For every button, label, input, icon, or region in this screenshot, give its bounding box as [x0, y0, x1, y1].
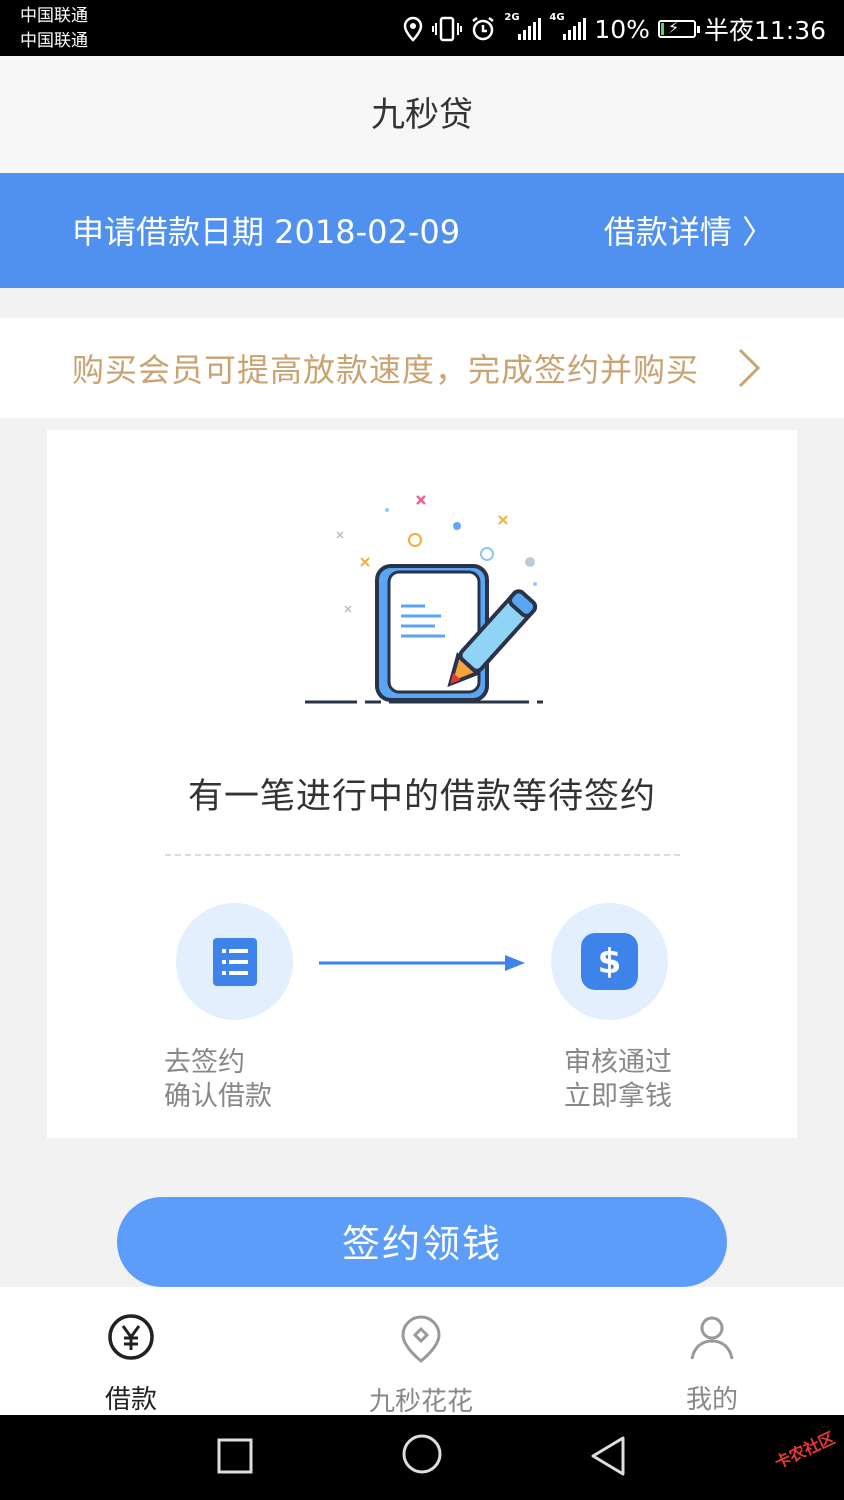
tab-jiumiao-huahua[interactable]: 九秒花花	[331, 1287, 511, 1417]
chevron-right-icon	[738, 348, 760, 388]
yen-circle-icon	[108, 1314, 154, 1360]
tab-mine-label: 我的	[685, 1385, 738, 1415]
tab-jiumiao-label: 九秒花花	[368, 1387, 473, 1417]
step-money-circle: $	[551, 903, 668, 1020]
membership-promo[interactable]: 购买会员可提高放款速度，完成签约并购买	[0, 318, 844, 418]
status-bar: 中国联通 中国联通 2G 4G 10% ⚡ 半夜11:36	[0, 0, 844, 56]
location-icon	[404, 16, 423, 42]
sign-card: 有一笔进行中的借款等待签约 $ 去签约 确认借款 审核通过 立即拿钱	[47, 430, 797, 1138]
step-sign-label: 去签约 确认借款	[164, 1046, 272, 1114]
bottom-tab-bar: 借款 九秒花花 我的	[0, 1287, 844, 1417]
promo-text: 购买会员可提高放款速度，完成签约并购买	[72, 351, 700, 389]
loan-date-banner: 申请借款日期 2018-02-09 借款详情 〉	[0, 173, 844, 288]
location-pin-icon	[401, 1315, 441, 1363]
step-sign-line1: 去签约	[164, 1047, 245, 1078]
title-bar: 九秒贷	[0, 56, 844, 173]
signal-2g-icon: 2G	[504, 12, 542, 40]
alarm-icon	[472, 17, 495, 41]
battery-icon: ⚡	[657, 18, 700, 38]
clock: 半夜11:36	[703, 16, 826, 45]
tab-mine[interactable]: 我的	[622, 1287, 802, 1415]
dollar-icon: $	[581, 933, 638, 990]
document-list-icon	[213, 938, 257, 986]
step-money-line1: 审核通过	[564, 1047, 672, 1078]
watermark-logo: 卡农社区	[771, 1428, 838, 1473]
tab-loan-label: 借款	[104, 1385, 157, 1415]
signal-4g-icon: 4G	[549, 12, 587, 40]
recent-apps-icon[interactable]	[216, 1437, 254, 1475]
carrier-label-2: 中国联通	[20, 31, 88, 51]
person-icon	[690, 1316, 734, 1360]
page-title: 九秒贷	[371, 95, 473, 135]
vibrate-icon	[432, 16, 463, 42]
battery-percent: 10%	[594, 14, 650, 44]
tab-loan[interactable]: 借款	[41, 1287, 221, 1415]
loan-date-text: 申请借款日期 2018-02-09	[72, 213, 461, 251]
step-sign-circle	[176, 903, 293, 1020]
signing-document-icon	[305, 495, 543, 704]
status-icons: 2G 4G 10% ⚡ 半夜11:36	[402, 12, 826, 46]
step-money-line2: 立即拿钱	[564, 1081, 672, 1112]
card-title: 有一笔进行中的借款等待签约	[187, 777, 656, 817]
home-icon[interactable]	[401, 1433, 443, 1475]
loan-detail-link[interactable]: 借款详情 〉	[604, 173, 774, 291]
step-money-label: 审核通过 立即拿钱	[564, 1046, 672, 1114]
back-icon[interactable]	[588, 1435, 628, 1477]
sign-and-get-money-button[interactable]: 签约领钱	[117, 1197, 727, 1287]
carrier-label-1: 中国联通	[20, 6, 88, 26]
step-sign-line2: 确认借款	[164, 1081, 272, 1112]
android-nav-bar: 卡农社区	[0, 1415, 844, 1500]
dashed-divider	[165, 854, 680, 856]
arrow-right-icon	[319, 955, 525, 971]
